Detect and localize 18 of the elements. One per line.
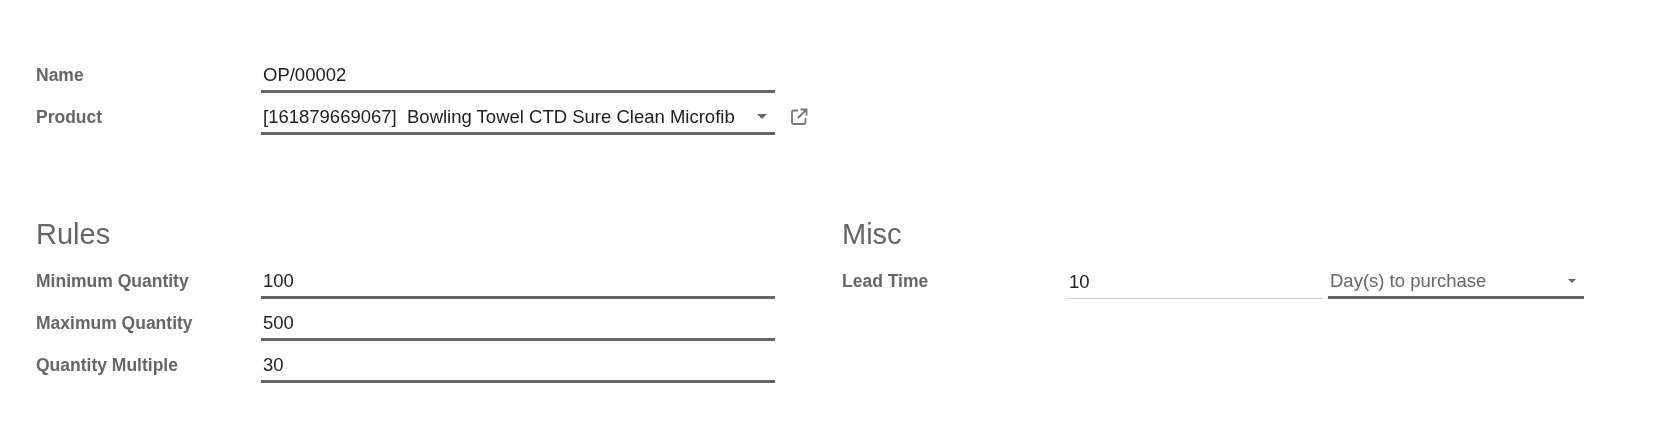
select-field[interactable]: [161879669067] Bowling Towel CTD Sure Clean Microfib xyxy=(261,101,775,135)
field-label: Name xyxy=(36,64,85,86)
field-label: Quantity Multiple xyxy=(36,354,179,376)
caret-icon xyxy=(757,114,767,119)
field-label: Maximum Quantity xyxy=(36,312,194,334)
input-field[interactable]: 100 xyxy=(261,265,775,299)
field-label: Lead Time xyxy=(842,270,930,292)
select-field[interactable]: Day(s) to purchase xyxy=(1328,265,1584,299)
field-label: Product xyxy=(36,106,104,128)
input-field[interactable]: OP/00002 xyxy=(261,59,775,93)
external-link-icon[interactable] xyxy=(789,107,809,127)
caret-icon xyxy=(1568,278,1576,283)
section-heading: Rules xyxy=(36,218,112,252)
input-field[interactable]: 30 xyxy=(261,349,775,383)
input-field[interactable]: 10 xyxy=(1067,265,1323,299)
input-field[interactable]: 500 xyxy=(261,307,775,341)
section-heading: Misc xyxy=(842,218,903,252)
field-label: Minimum Quantity xyxy=(36,270,190,292)
